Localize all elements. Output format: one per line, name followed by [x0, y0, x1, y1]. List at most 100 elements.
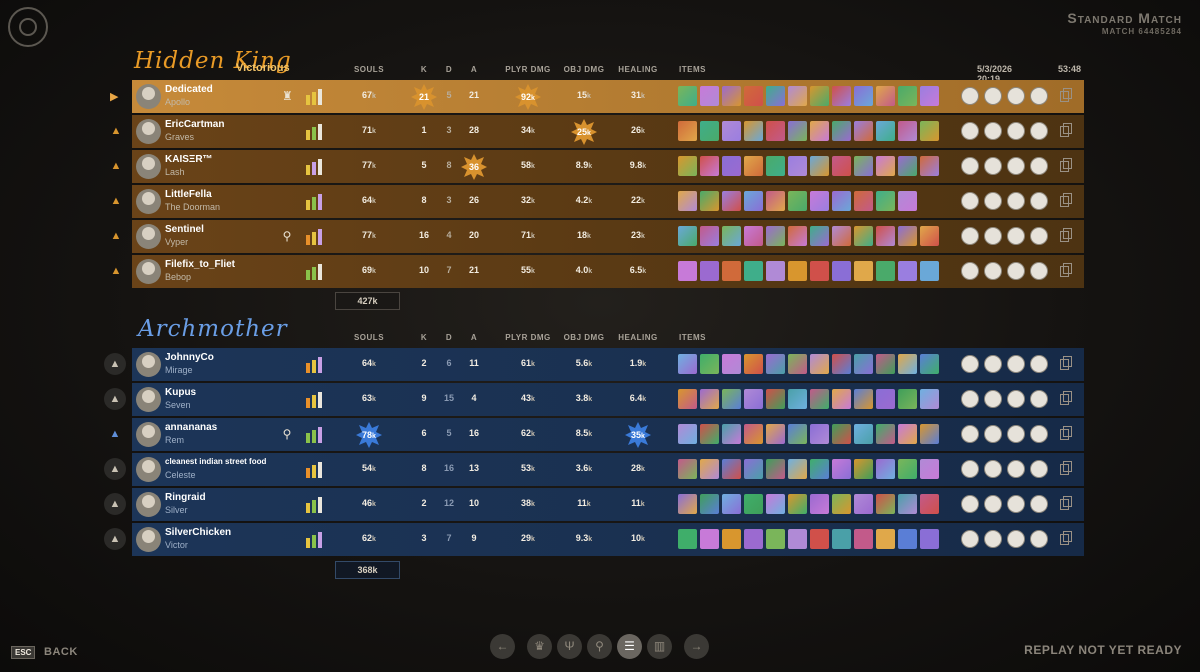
- item-slot-icon[interactable]: [700, 191, 719, 211]
- ability-icon[interactable]: [1007, 192, 1025, 210]
- ability-icon[interactable]: [984, 460, 1002, 478]
- item-slot-icon[interactable]: [678, 226, 697, 246]
- copy-build-icon[interactable]: [1060, 193, 1072, 207]
- item-slot-icon[interactable]: [854, 354, 873, 374]
- item-slot-icon[interactable]: [876, 86, 895, 106]
- commend-thumbs-up-icon[interactable]: ▲: [104, 528, 126, 550]
- ability-icon[interactable]: [984, 262, 1002, 280]
- copy-build-icon[interactable]: [1060, 461, 1072, 475]
- commend-thumbs-up-icon[interactable]: ▲: [107, 227, 125, 245]
- item-slot-icon[interactable]: [678, 191, 697, 211]
- item-slot-icon[interactable]: [810, 191, 829, 211]
- item-slot-icon[interactable]: [766, 424, 785, 444]
- commend-thumbs-up-icon[interactable]: ▲: [104, 388, 126, 410]
- ability-icon[interactable]: [984, 530, 1002, 548]
- item-slot-icon[interactable]: [700, 121, 719, 141]
- item-slot-icon[interactable]: [810, 261, 829, 281]
- item-slot-icon[interactable]: [832, 424, 851, 444]
- item-slot-icon[interactable]: [854, 529, 873, 549]
- item-slot-icon[interactable]: [766, 261, 785, 281]
- ability-icon[interactable]: [961, 262, 979, 280]
- item-slot-icon[interactable]: [700, 494, 719, 514]
- player-name[interactable]: Dedicated: [165, 84, 213, 95]
- item-slot-icon[interactable]: [810, 459, 829, 479]
- item-slot-icon[interactable]: [876, 121, 895, 141]
- item-slot-icon[interactable]: [920, 261, 939, 281]
- item-slot-icon[interactable]: [788, 261, 807, 281]
- commend-thumbs-up-icon[interactable]: ▲: [104, 353, 126, 375]
- item-slot-icon[interactable]: [678, 389, 697, 409]
- ability-icon[interactable]: [1007, 355, 1025, 373]
- ability-icon[interactable]: [1030, 355, 1048, 373]
- item-slot-icon[interactable]: [920, 354, 939, 374]
- item-slot-icon[interactable]: [920, 389, 939, 409]
- item-slot-icon[interactable]: [898, 494, 917, 514]
- ability-icon[interactable]: [1007, 157, 1025, 175]
- arrow-right-icon[interactable]: →: [684, 634, 709, 659]
- ability-icon[interactable]: [984, 157, 1002, 175]
- item-slot-icon[interactable]: [744, 424, 763, 444]
- item-slot-icon[interactable]: [722, 424, 741, 444]
- item-slot-icon[interactable]: [898, 389, 917, 409]
- copy-build-icon[interactable]: [1060, 426, 1072, 440]
- item-slot-icon[interactable]: [678, 86, 697, 106]
- item-slot-icon[interactable]: [832, 86, 851, 106]
- ability-icon[interactable]: [984, 227, 1002, 245]
- item-slot-icon[interactable]: [854, 424, 873, 444]
- item-slot-icon[interactable]: [744, 226, 763, 246]
- item-slot-icon[interactable]: [700, 529, 719, 549]
- player-name[interactable]: Sentinel: [165, 224, 204, 235]
- item-slot-icon[interactable]: [678, 424, 697, 444]
- item-slot-icon[interactable]: [832, 459, 851, 479]
- ability-icon[interactable]: [984, 122, 1002, 140]
- item-slot-icon[interactable]: [898, 191, 917, 211]
- item-slot-icon[interactable]: [832, 389, 851, 409]
- ability-icon[interactable]: [1030, 495, 1048, 513]
- item-slot-icon[interactable]: [920, 121, 939, 141]
- item-slot-icon[interactable]: [810, 424, 829, 444]
- item-slot-icon[interactable]: [854, 459, 873, 479]
- commend-thumbs-up-icon[interactable]: ▲: [107, 262, 125, 280]
- player-row[interactable]: SilverChicken Victor 62k 3 7 9 29k 9.3k 10k: [132, 523, 1084, 556]
- ability-icon[interactable]: [961, 425, 979, 443]
- item-slot-icon[interactable]: [854, 156, 873, 176]
- ability-icon[interactable]: [961, 495, 979, 513]
- ability-icon[interactable]: [984, 87, 1002, 105]
- ability-icon[interactable]: [961, 530, 979, 548]
- item-slot-icon[interactable]: [920, 424, 939, 444]
- item-slot-icon[interactable]: [876, 226, 895, 246]
- ability-icon[interactable]: [1030, 390, 1048, 408]
- item-slot-icon[interactable]: [788, 354, 807, 374]
- commend-thumbs-up-icon[interactable]: ▲: [104, 423, 126, 445]
- item-slot-icon[interactable]: [920, 86, 939, 106]
- ability-icon[interactable]: [984, 390, 1002, 408]
- item-slot-icon[interactable]: [898, 354, 917, 374]
- player-row[interactable]: JohnnyCo Mirage 64k 2 6 11 61k 5.6k 1.9k: [132, 348, 1084, 381]
- ability-icon[interactable]: [1030, 460, 1048, 478]
- ability-icon[interactable]: [1030, 262, 1048, 280]
- item-slot-icon[interactable]: [854, 389, 873, 409]
- ability-icon[interactable]: [1030, 425, 1048, 443]
- player-name[interactable]: SilverChicken: [165, 527, 231, 538]
- item-slot-icon[interactable]: [744, 494, 763, 514]
- item-slot-icon[interactable]: [876, 494, 895, 514]
- commend-thumbs-up-icon[interactable]: ▲: [107, 192, 125, 210]
- player-name[interactable]: LittleFella: [165, 189, 212, 200]
- ability-icon[interactable]: [1007, 262, 1025, 280]
- player-name[interactable]: JohnnyCo: [165, 352, 214, 363]
- player-row[interactable]: KAISΞR™ Lash 77k 5 8 36 58k 8.9k 9.8k: [132, 150, 1084, 183]
- arrow-left-icon[interactable]: ←: [490, 634, 515, 659]
- item-slot-icon[interactable]: [678, 261, 697, 281]
- ability-icon[interactable]: [1030, 530, 1048, 548]
- player-name[interactable]: cleanest indian street food: [165, 457, 266, 466]
- ability-icon[interactable]: [1030, 227, 1048, 245]
- item-slot-icon[interactable]: [810, 86, 829, 106]
- ability-icon[interactable]: [1030, 87, 1048, 105]
- item-slot-icon[interactable]: [832, 191, 851, 211]
- item-slot-icon[interactable]: [744, 389, 763, 409]
- ability-icon[interactable]: [961, 157, 979, 175]
- player-row[interactable]: Sentinel Vyper ⚲ 77k 16 4 20 71k 18k 23k: [132, 220, 1084, 253]
- item-slot-icon[interactable]: [722, 354, 741, 374]
- player-row[interactable]: LittleFella The Doorman 64k 8 3 26 32k 4.2k 22k: [132, 185, 1084, 218]
- player-row[interactable]: annananas Rem ⚲ 78k 6 5 16 62k 8.5k 35k: [132, 418, 1084, 451]
